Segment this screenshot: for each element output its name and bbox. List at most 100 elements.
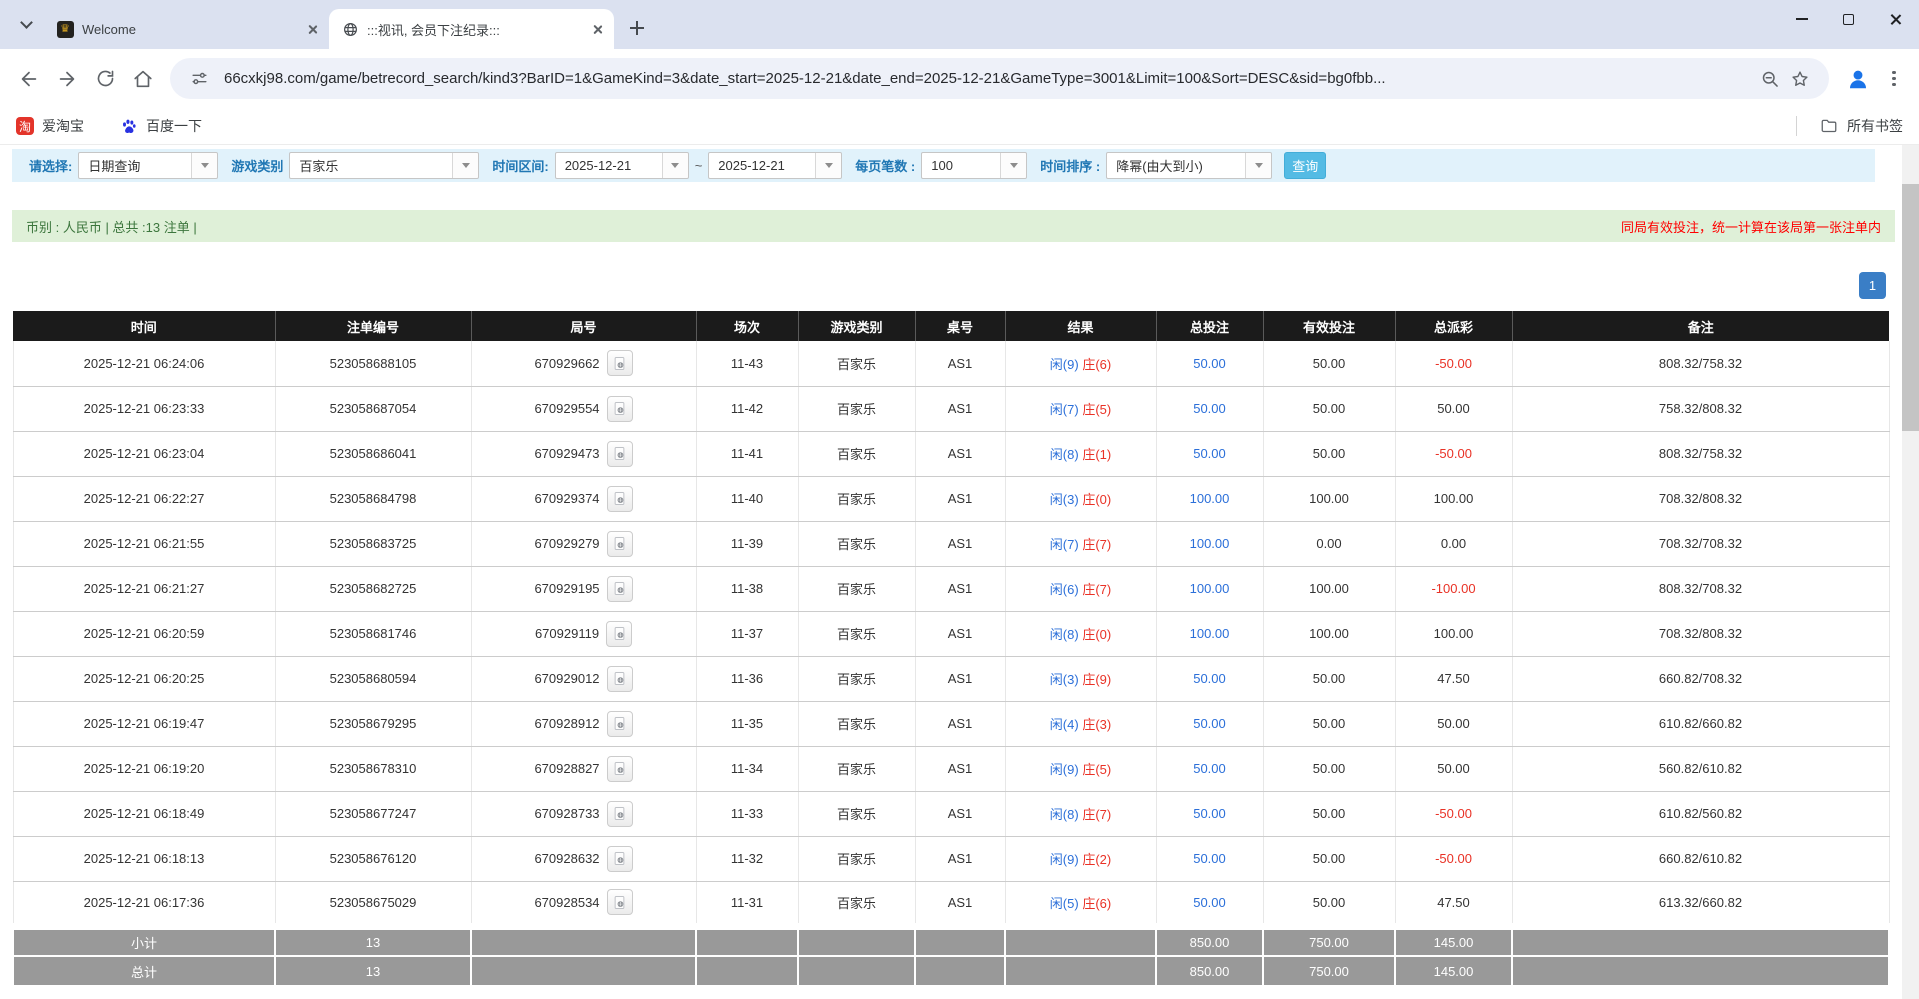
cell-round: 670928912 (471, 701, 696, 746)
column-header-8: 有效投注 (1263, 311, 1395, 341)
address-bar[interactable]: 66cxkj98.com/game/betrecord_search/kind3… (170, 58, 1829, 99)
sort-select[interactable]: 降幂(由大到小) (1106, 152, 1272, 179)
cell-game-type: 百家乐 (798, 521, 915, 566)
page-size-select[interactable]: 100 (921, 152, 1027, 179)
video-replay-button[interactable] (607, 756, 633, 782)
cell-result: 闲(8) 庄(7) (1005, 791, 1156, 836)
zoom-button[interactable] (1755, 64, 1785, 94)
cell-result: 闲(8) 庄(1) (1005, 431, 1156, 476)
reload-icon (95, 68, 116, 89)
header-row: 时间注单编号局号场次游戏类别桌号结果总投注有效投注总派彩备注 (13, 311, 1889, 341)
cell-round: 670928534 (471, 881, 696, 926)
cell-total-bet: 100.00 (1156, 566, 1263, 611)
cell-remark: 708.32/708.32 (1512, 521, 1889, 566)
cell-valid-bet: 50.00 (1263, 881, 1395, 926)
site-settings-button[interactable] (184, 64, 214, 94)
column-header-5: 桌号 (915, 311, 1005, 341)
cell-remark: 610.82/660.82 (1512, 701, 1889, 746)
forward-button[interactable] (48, 60, 86, 98)
cell-session: 11-39 (696, 521, 798, 566)
video-replay-button[interactable] (607, 531, 633, 557)
result-player: 闲(8) (1050, 807, 1079, 822)
pagination-page-1[interactable]: 1 (1859, 272, 1886, 299)
home-button[interactable] (124, 60, 162, 98)
query-type-value: 日期查询 (79, 153, 191, 178)
bookmark-label: 爱淘宝 (42, 116, 84, 136)
round-number: 670929374 (534, 491, 599, 506)
date-start-select[interactable]: 2025-12-21 (555, 152, 689, 179)
table-row: 2025-12-21 06:21:27523058682725670929195… (13, 566, 1889, 611)
date-end-select[interactable]: 2025-12-21 (708, 152, 842, 179)
browser-menu-button[interactable] (1879, 64, 1909, 94)
video-file-icon (612, 401, 627, 416)
maximize-button[interactable] (1825, 0, 1872, 38)
profile-button[interactable] (1841, 62, 1875, 96)
bookmark-star-button[interactable] (1785, 64, 1815, 94)
bet-table-foot: 小计13850.00750.00145.00总计13850.00750.0014… (13, 926, 1889, 986)
cell-payout: 50.00 (1395, 701, 1512, 746)
result-banker: 庄(0) (1082, 627, 1111, 642)
search-button[interactable]: 查询 (1284, 152, 1326, 179)
close-icon (592, 24, 603, 35)
round-number: 670929012 (534, 671, 599, 686)
close-window-button[interactable] (1872, 0, 1919, 38)
back-button[interactable] (10, 60, 48, 98)
video-replay-button[interactable] (607, 666, 633, 692)
result-banker: 庄(5) (1082, 762, 1111, 777)
cell-payout: 50.00 (1395, 746, 1512, 791)
video-replay-button[interactable] (607, 846, 633, 872)
video-replay-button[interactable] (607, 350, 633, 376)
minimize-button[interactable] (1778, 0, 1825, 38)
video-replay-button[interactable] (607, 396, 633, 422)
footer-empty (1005, 926, 1156, 956)
reload-button[interactable] (86, 60, 124, 98)
sort-value: 降幂(由大到小) (1107, 153, 1245, 178)
window-controls (1778, 0, 1919, 38)
cell-time: 2025-12-21 06:20:59 (13, 611, 275, 656)
tab-welcome[interactable]: ♛ Welcome (44, 9, 329, 49)
bookmark-taobao[interactable]: 淘 爱淘宝 (16, 116, 84, 136)
column-header-0: 时间 (13, 311, 275, 341)
new-tab-button[interactable] (623, 14, 651, 42)
result-banker: 庄(7) (1082, 807, 1111, 822)
video-replay-button[interactable] (607, 711, 633, 737)
cell-result: 闲(7) 庄(5) (1005, 386, 1156, 431)
video-replay-button[interactable] (607, 576, 633, 602)
video-file-icon (612, 851, 627, 866)
scrollbar-thumb[interactable] (1902, 184, 1919, 431)
cell-result: 闲(3) 庄(0) (1005, 476, 1156, 521)
video-file-icon (612, 671, 627, 686)
cell-game-type: 百家乐 (798, 656, 915, 701)
cell-time: 2025-12-21 06:19:47 (13, 701, 275, 746)
currency-summary-text: 币别 : 人民币 | 总共 :13 注单 | (26, 217, 197, 236)
cell-game-type: 百家乐 (798, 386, 915, 431)
tab-betrecord[interactable]: :::视讯, 会员下注纪录::: (329, 9, 614, 49)
cell-time: 2025-12-21 06:24:06 (13, 341, 275, 386)
video-replay-button[interactable] (607, 889, 633, 915)
video-replay-button[interactable] (606, 621, 632, 647)
forward-icon (56, 68, 78, 90)
cell-payout: 100.00 (1395, 476, 1512, 521)
table-row: 2025-12-21 06:18:13523058676120670928632… (13, 836, 1889, 881)
cell-total-bet: 50.00 (1156, 746, 1263, 791)
video-replay-button[interactable] (607, 441, 633, 467)
cell-round: 670928827 (471, 746, 696, 791)
game-type-select[interactable]: 百家乐 (289, 152, 479, 179)
tab-close-button[interactable] (588, 20, 606, 38)
cell-remark: 660.82/708.32 (1512, 656, 1889, 701)
query-type-select[interactable]: 日期查询 (78, 152, 218, 179)
all-bookmarks-button[interactable]: 所有书签 (1847, 116, 1903, 136)
table-row: 2025-12-21 06:21:55523058683725670929279… (13, 521, 1889, 566)
tab-search-button[interactable] (12, 11, 40, 39)
tab-close-button[interactable] (303, 20, 321, 38)
bookmark-baidu[interactable]: 百度一下 (120, 116, 202, 136)
video-replay-button[interactable] (607, 486, 633, 512)
result-banker: 庄(3) (1082, 717, 1111, 732)
video-replay-button[interactable] (607, 801, 633, 827)
footer-label: 小计 (13, 926, 275, 956)
cell-table-no: AS1 (915, 386, 1005, 431)
vertical-scrollbar[interactable] (1902, 145, 1919, 999)
cell-session: 11-33 (696, 791, 798, 836)
column-header-4: 游戏类别 (798, 311, 915, 341)
cell-time: 2025-12-21 06:18:13 (13, 836, 275, 881)
